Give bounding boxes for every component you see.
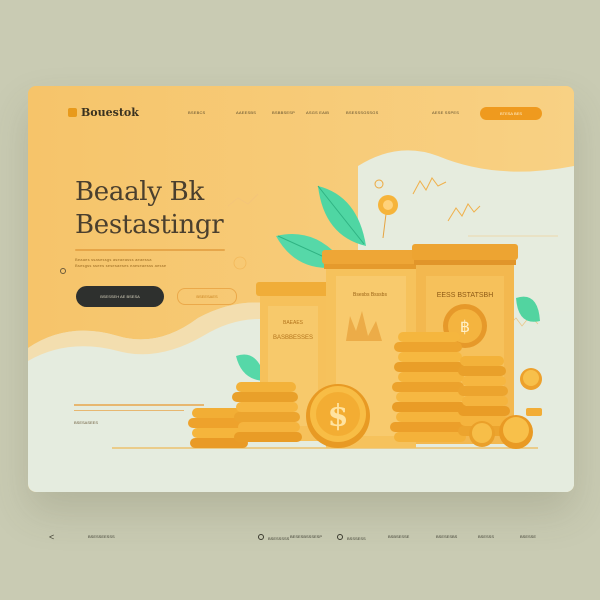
coin-stack-center: [390, 332, 466, 442]
coins-illustration: BAEAES BASBBESSES Bsesbs Bsssbs EESS BST…: [188, 179, 542, 449]
footer-link-1[interactable]: Bsesssss: [258, 534, 289, 541]
footer-brand: Bsesseesss: [88, 534, 115, 539]
dollar-coin-icon: $: [328, 399, 349, 434]
jar-center-label: Bsesbs Bsssbs: [353, 292, 387, 298]
footer-link-label: Bsesssss: [268, 536, 290, 541]
back-arrow-icon[interactable]: <: [49, 532, 54, 542]
jar-left-label-2: BASBBESSES: [273, 335, 313, 341]
jar-left-label-1: BAEAES: [283, 320, 304, 326]
footer: < Bsesseesss Bsesssss Besesbsssesp Bssse…: [0, 524, 600, 548]
footer-link-5[interactable]: Bsesesbs: [436, 534, 457, 539]
page: Bouestok Bsebcs Aaeesbs Bsbbsesp Asgs ea…: [0, 0, 600, 600]
footer-link-7[interactable]: Bsesse: [520, 534, 536, 539]
circle-icon: [337, 534, 343, 540]
footer-link-3[interactable]: Bsssess: [337, 534, 366, 541]
coin-stack-mid-left: [232, 382, 302, 442]
footer-link-2[interactable]: Besesbsssesp: [290, 534, 322, 539]
browser-window: Bouestok Bsebcs Aaeesbs Bsbbsesp Asgs ea…: [28, 86, 574, 492]
baht-coin-icon: ฿: [460, 317, 470, 336]
footer-link-6[interactable]: Bsesss: [478, 534, 494, 539]
footer-link-label: Bsssess: [347, 536, 366, 541]
footer-link-4[interactable]: Bsbsesse: [388, 534, 409, 539]
jar-right-label: EESS BSTATSBH: [437, 292, 494, 299]
circle-icon: [258, 534, 264, 540]
